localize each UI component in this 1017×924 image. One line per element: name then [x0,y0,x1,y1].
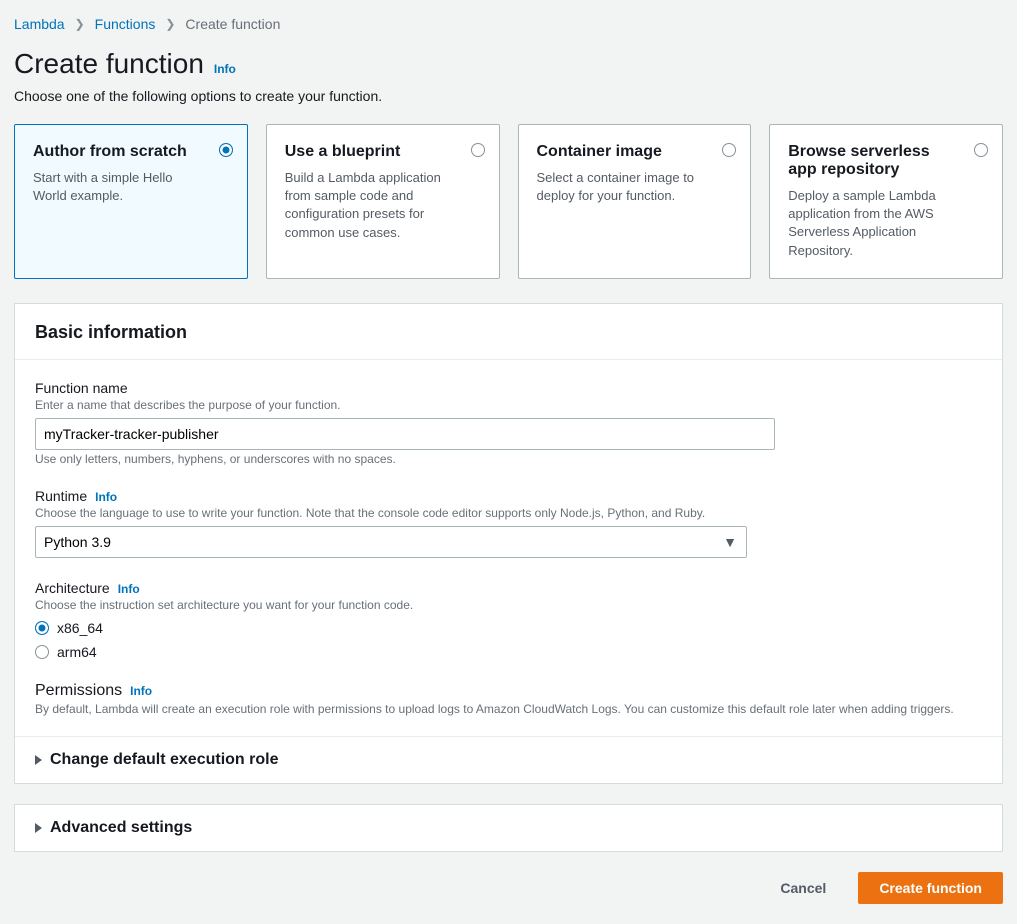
option-desc: Deploy a sample Lambda application from … [788,187,960,260]
create-function-button[interactable]: Create function [858,872,1003,904]
breadcrumb-current: Create function [185,16,280,32]
chevron-right-icon: ❯ [165,17,175,31]
option-desc: Select a container image to deploy for y… [537,169,709,205]
expandable-title: Change default execution role [50,751,278,769]
architecture-arm64-radio[interactable]: arm64 [35,644,982,660]
radio-label: arm64 [57,644,97,660]
option-author-from-scratch[interactable]: Author from scratch Start with a simple … [14,124,248,279]
info-link[interactable]: Info [214,62,236,76]
page-subtitle: Choose one of the following options to c… [14,88,1003,104]
field-hint: By default, Lambda will create an execut… [35,702,982,716]
radio-icon [219,143,233,157]
option-container-image[interactable]: Container image Select a container image… [518,124,752,279]
radio-icon [35,645,49,659]
breadcrumb-functions[interactable]: Functions [95,16,156,32]
expandable-title: Advanced settings [50,819,192,837]
radio-icon [471,143,485,157]
field-label: Runtime [35,488,87,504]
advanced-settings-panel: Advanced settings [14,804,1003,852]
cancel-button[interactable]: Cancel [760,872,846,904]
advanced-settings-toggle[interactable]: Advanced settings [15,805,1002,851]
option-desc: Build a Lambda application from sample c… [285,169,457,242]
info-link[interactable]: Info [118,582,140,596]
creation-options: Author from scratch Start with a simple … [14,124,1003,279]
footer-actions: Cancel Create function [14,872,1003,904]
field-hint: Choose the language to use to write your… [35,506,982,520]
option-title: Author from scratch [33,143,205,161]
option-title: Container image [537,143,709,161]
architecture-group: Architecture Info Choose the instruction… [35,580,982,660]
field-hint: Enter a name that describes the purpose … [35,398,982,412]
caret-right-icon [35,755,42,765]
chevron-right-icon: ❯ [75,17,85,31]
page-title: Create function [14,48,204,80]
function-name-input[interactable] [35,418,775,450]
option-use-blueprint[interactable]: Use a blueprint Build a Lambda applicati… [266,124,500,279]
function-name-group: Function name Enter a name that describe… [35,380,982,466]
info-link[interactable]: Info [130,684,152,698]
field-label: Function name [35,380,982,396]
radio-label: x86_64 [57,620,103,636]
runtime-select[interactable]: Python 3.9 [35,526,747,558]
option-title: Use a blueprint [285,143,457,161]
radio-icon [35,621,49,635]
breadcrumb-lambda[interactable]: Lambda [14,16,65,32]
field-label: Permissions [35,682,122,700]
change-execution-role-toggle[interactable]: Change default execution role [15,737,1002,783]
option-serverless-repo[interactable]: Browse serverless app repository Deploy … [769,124,1003,279]
field-constraint: Use only letters, numbers, hyphens, or u… [35,452,982,466]
radio-icon [974,143,988,157]
runtime-group: Runtime Info Choose the language to use … [35,488,982,558]
option-desc: Start with a simple Hello World example. [33,169,205,205]
architecture-x86-radio[interactable]: x86_64 [35,620,982,636]
caret-right-icon [35,823,42,833]
field-label: Architecture [35,580,110,596]
permissions-group: Permissions Info By default, Lambda will… [35,682,982,716]
option-title: Browse serverless app repository [788,143,960,179]
panel-title: Basic information [35,322,982,343]
info-link[interactable]: Info [95,490,117,504]
basic-information-panel: Basic information Function name Enter a … [14,303,1003,784]
breadcrumb: Lambda ❯ Functions ❯ Create function [14,12,1003,48]
field-hint: Choose the instruction set architecture … [35,598,982,612]
radio-icon [722,143,736,157]
